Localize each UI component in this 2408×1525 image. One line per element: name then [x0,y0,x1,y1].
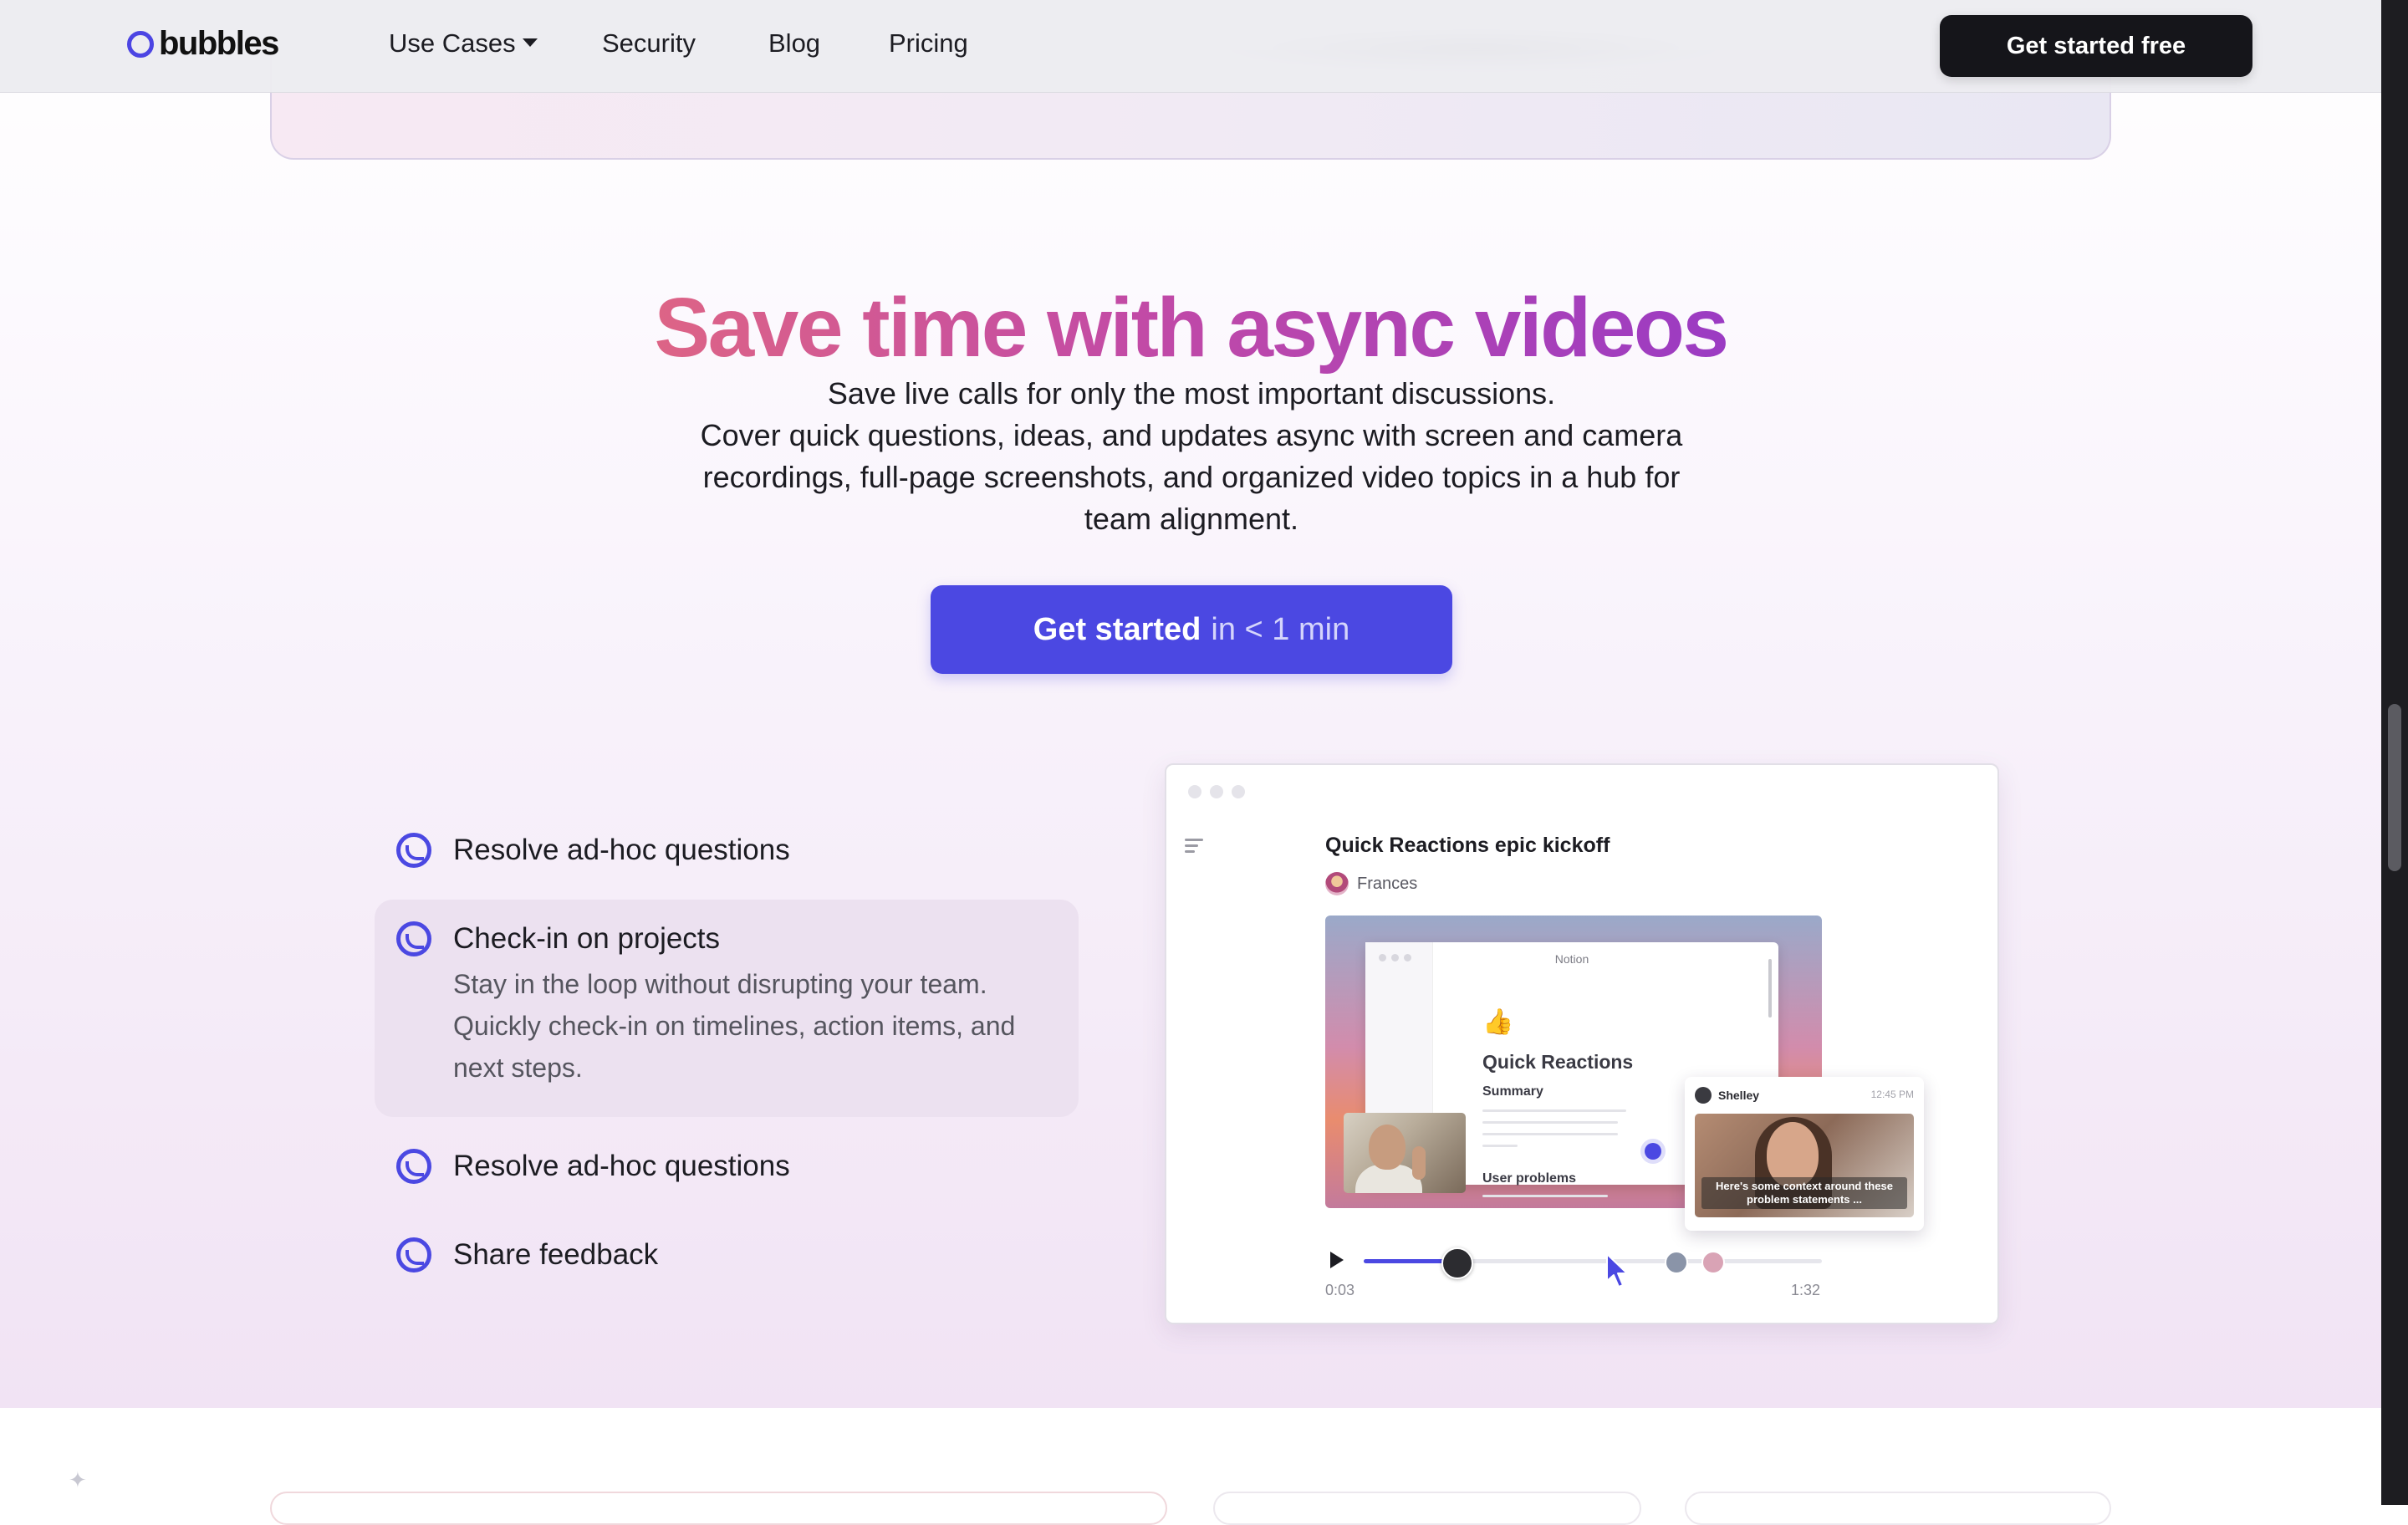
video-player-controls [1325,1245,1827,1279]
current-time: 0:03 [1325,1282,1355,1298]
text-line [1482,1145,1518,1147]
recorded-heading: Quick Reactions [1482,1051,1634,1073]
comment-timestamp: 12:45 PM [1870,1089,1914,1100]
reaction-marker[interactable] [1665,1251,1688,1274]
feature-item-resolve-questions[interactable]: Resolve ad-hoc questions [375,811,1079,888]
camera-bubble [1344,1113,1466,1193]
author-name: Frances [1357,874,1418,893]
comment-author: Shelley [1695,1087,1759,1104]
recorded-app-label: Notion [1554,952,1589,966]
feature-title: Share feedback [453,1238,659,1271]
next-section-background [0,1408,2381,1505]
bubble-icon [396,833,431,868]
avatar [1325,872,1349,895]
window-controls [1188,785,1245,798]
comment-author-name: Shelley [1718,1089,1760,1102]
recorded-problems-label: User problems [1482,1171,1577,1186]
thumbs-up-icon: 👍 [1482,1008,1514,1036]
bubble-title: Quick Reactions epic kickoff [1325,834,1610,857]
cta-muted-label: in < 1 min [1211,611,1350,647]
recorded-scrollbar [1768,959,1772,1018]
video-comment-card[interactable]: Shelley 12:45 PM Here's some context aro… [1685,1077,1924,1231]
bubble-icon [396,921,431,956]
headline-text: Save time with async videos [654,281,1729,375]
get-started-free-button[interactable]: Get started free [1940,15,2252,77]
description-line-2: Cover quick questions, ideas, and update… [700,418,1683,536]
cta-bold-label: Get started [1033,611,1201,647]
comment-caption: Here's some context around these problem… [1701,1177,1907,1209]
next-card [1685,1492,2111,1525]
playhead-avatar[interactable] [1441,1247,1473,1279]
next-card [270,1492,1167,1525]
text-line [1482,1133,1618,1135]
sparkle-icon: ✦ [69,1467,87,1492]
product-demo-window: Quick Reactions epic kickoff Frances Not… [1165,763,1999,1324]
scrollbar-thumb[interactable] [2388,704,2401,871]
nav-pricing[interactable]: Pricing [889,28,968,59]
recorded-summary-label: Summary [1482,1084,1543,1099]
nav-use-cases[interactable]: Use Cases [389,28,538,59]
feature-title: Check-in on projects [453,922,721,955]
section-description: Save live calls for only the most import… [686,373,1697,540]
avatar [1695,1087,1712,1104]
menu-icon[interactable] [1185,839,1203,856]
nav-security[interactable]: Security [602,28,696,59]
section-headline: Save time with async videos [0,280,2381,376]
bubble-icon [396,1149,431,1184]
comment-video[interactable]: Here's some context around these problem… [1695,1114,1914,1217]
bubbles-logo-icon [127,30,154,58]
feature-item-resolve-questions-2[interactable]: Resolve ad-hoc questions [375,1127,1079,1204]
feature-item-check-in[interactable]: Check-in on projects Stay in the loop wi… [375,900,1079,1117]
video-duration: 1:32 [1791,1282,1821,1298]
reaction-marker[interactable] [1701,1251,1725,1274]
play-icon[interactable] [1330,1252,1344,1268]
next-card [1213,1492,1641,1525]
feature-title: Resolve ad-hoc questions [453,834,790,866]
mouse-cursor-icon [1606,1253,1628,1288]
nav-blog[interactable]: Blog [768,28,820,59]
caret-down-icon [522,38,538,47]
brand-name: bubbles [159,25,279,62]
top-navbar: bubbles Use Cases Security Blog Pricing … [0,0,2381,93]
get-started-button[interactable]: Get started in < 1 min [931,585,1452,674]
feature-item-share-feedback[interactable]: Share feedback [375,1216,1079,1293]
description-line-1: Save live calls for only the most import… [827,376,1556,411]
text-line [1482,1121,1618,1124]
feature-list: Resolve ad-hoc questions Check-in on pro… [375,811,1079,1293]
bubble-icon [396,1237,431,1273]
feature-title: Resolve ad-hoc questions [453,1150,790,1182]
text-line [1482,1195,1608,1197]
brand-logo[interactable]: bubbles [127,25,279,63]
progress-track[interactable] [1364,1247,1822,1279]
nav-use-cases-label: Use Cases [389,28,516,58]
feature-description: Stay in the loop without disrupting your… [453,969,1016,1083]
bubble-author: Frances [1325,872,1417,895]
text-line [1482,1109,1626,1112]
comment-marker[interactable] [1645,1143,1661,1160]
